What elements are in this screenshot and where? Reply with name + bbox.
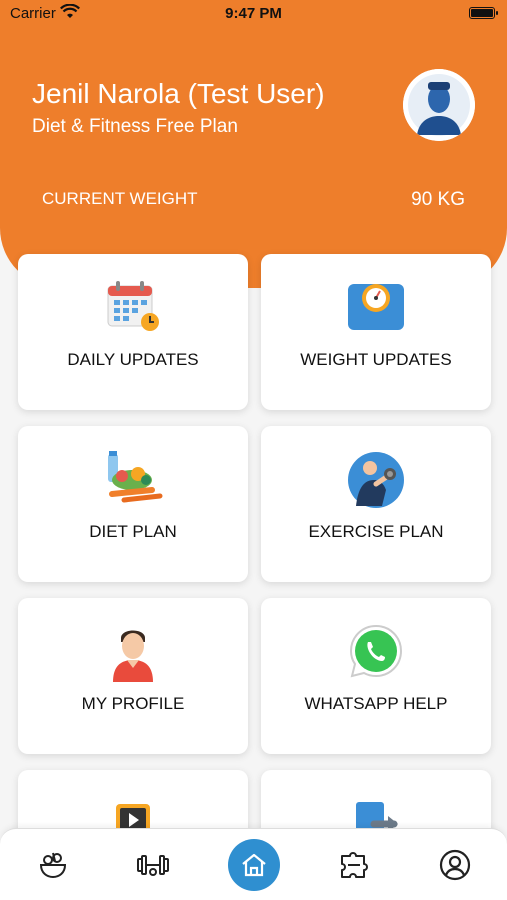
status-bar: Carrier 9:47 PM: [0, 0, 507, 30]
scale-icon: [261, 278, 491, 338]
whatsapp-icon: [261, 622, 491, 682]
user-name: Jenil Narola (Test User): [32, 78, 325, 109]
card-label: DIET PLAN: [89, 522, 177, 541]
calendar-icon: [18, 278, 248, 338]
current-weight-value: 90 KG: [411, 189, 465, 210]
home-icon: [242, 853, 266, 877]
exercise-plan-card[interactable]: EXERCISE PLAN: [261, 426, 491, 582]
tab-diet[interactable]: [29, 841, 77, 889]
card-label: WHATSAPP HELP: [304, 694, 448, 713]
tab-exercise[interactable]: [129, 841, 177, 889]
card-label: DAILY UPDATES: [67, 350, 199, 369]
card-label: EXERCISE PLAN: [308, 522, 444, 541]
whatsapp-help-card[interactable]: WHATSAPP HELP: [261, 598, 491, 754]
profile-header: Jenil Narola (Test User) Diet & Fitness …: [0, 0, 507, 288]
puzzle-icon: [341, 852, 368, 878]
tab-programs[interactable]: [330, 841, 378, 889]
person-icon: [18, 622, 248, 682]
dumbbell-icon: [137, 855, 169, 876]
clock: 9:47 PM: [225, 5, 282, 22]
weight-updates-card[interactable]: WEIGHT UPDATES: [261, 254, 491, 410]
card-label: WEIGHT UPDATES: [300, 350, 452, 369]
card-label: MY PROFILE: [81, 694, 185, 713]
avatar[interactable]: [403, 69, 475, 141]
dumbbell-person-icon: [261, 450, 491, 510]
battery-icon: [469, 7, 498, 19]
food-bowl-icon: [39, 852, 67, 879]
tab-bar: [0, 828, 507, 900]
user-avatar-icon: [403, 69, 475, 141]
tab-home[interactable]: [228, 839, 280, 891]
account-icon: [439, 849, 471, 881]
current-weight-label: CURRENT WEIGHT: [42, 189, 198, 208]
food-icon: [18, 450, 248, 510]
plan-name: Diet & Fitness Free Plan: [32, 116, 238, 137]
daily-updates-card[interactable]: DAILY UPDATES: [18, 254, 248, 410]
tab-account[interactable]: [431, 841, 479, 889]
my-profile-card[interactable]: MY PROFILE: [18, 598, 248, 754]
diet-plan-card[interactable]: DIET PLAN: [18, 426, 248, 582]
